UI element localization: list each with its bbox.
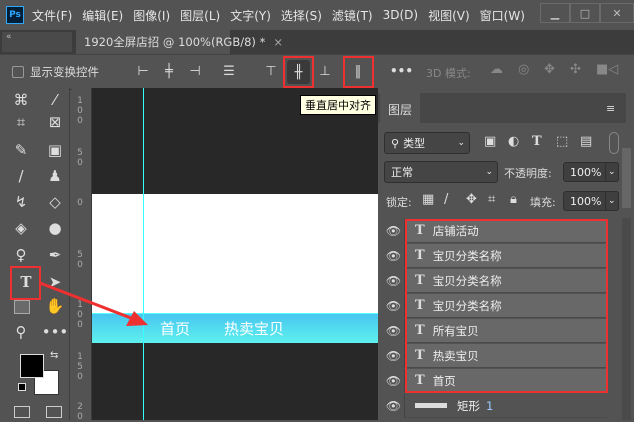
tooltip: 垂直居中对齐 [300, 95, 376, 115]
shape-layer-thumbnail [415, 403, 447, 408]
opacity-label: 不透明度: [504, 165, 552, 181]
visibility-eye-icon[interactable]: 👁︎ [383, 294, 405, 318]
layer-item[interactable]: 👁︎ 矩形 1 [383, 394, 607, 418]
layers-scrollbar[interactable] [622, 218, 631, 420]
lock-label: 锁定: [386, 194, 412, 210]
blend-mode-value: 正常 [391, 164, 413, 180]
fill-label: 填充: [530, 194, 556, 210]
layer-name: 矩形 [457, 398, 480, 414]
panel-menu-icon[interactable]: ≡ [606, 102, 615, 115]
visibility-eye-icon[interactable]: 👁︎ [383, 394, 405, 418]
panel-scrollbar-thumb[interactable] [622, 148, 631, 208]
lock-transparent-icon[interactable]: ▦ [422, 192, 434, 207]
fill-dropdown[interactable]: ⌄ [605, 191, 619, 211]
lock-position-icon[interactable]: ✥ [466, 192, 477, 207]
opacity-value: 100% [570, 166, 601, 179]
lock-image-icon[interactable]: / [444, 192, 448, 207]
highlight-box-text-layers [405, 219, 608, 393]
opacity-dropdown[interactable]: ⌄ [605, 162, 619, 182]
layer-name-suffix: 1 [486, 399, 493, 413]
filter-shape-icon[interactable]: ⬚ [556, 134, 568, 149]
filter-type-select[interactable]: ⚲类型⌄ [384, 132, 470, 154]
filter-toggle[interactable] [609, 132, 619, 154]
fill-value: 100% [570, 195, 601, 208]
visibility-eye-icon[interactable]: 👁︎ [383, 244, 405, 268]
visibility-eye-icon[interactable]: 👁︎ [383, 219, 405, 243]
visibility-eye-icon[interactable]: 👁︎ [383, 369, 405, 393]
visibility-eye-icon[interactable]: 👁︎ [383, 344, 405, 368]
filter-type-value: 类型 [403, 135, 425, 151]
lock-artboard-icon[interactable]: ⌗ [488, 192, 495, 207]
filter-adjustment-icon[interactable]: ◐ [508, 134, 519, 149]
tab-layers[interactable]: 图层 [380, 93, 420, 123]
filter-type-icon[interactable]: T [532, 134, 542, 149]
filter-smart-object-icon[interactable]: ▤ [580, 134, 592, 149]
lock-all-icon[interactable]: 🔒︎ [510, 192, 517, 207]
visibility-eye-icon[interactable]: 👁︎ [383, 319, 405, 343]
filter-pixel-icon[interactable]: ▣ [484, 134, 496, 149]
blend-mode-select[interactable]: 正常⌄ [384, 161, 498, 183]
visibility-eye-icon[interactable]: 👁︎ [383, 269, 405, 293]
